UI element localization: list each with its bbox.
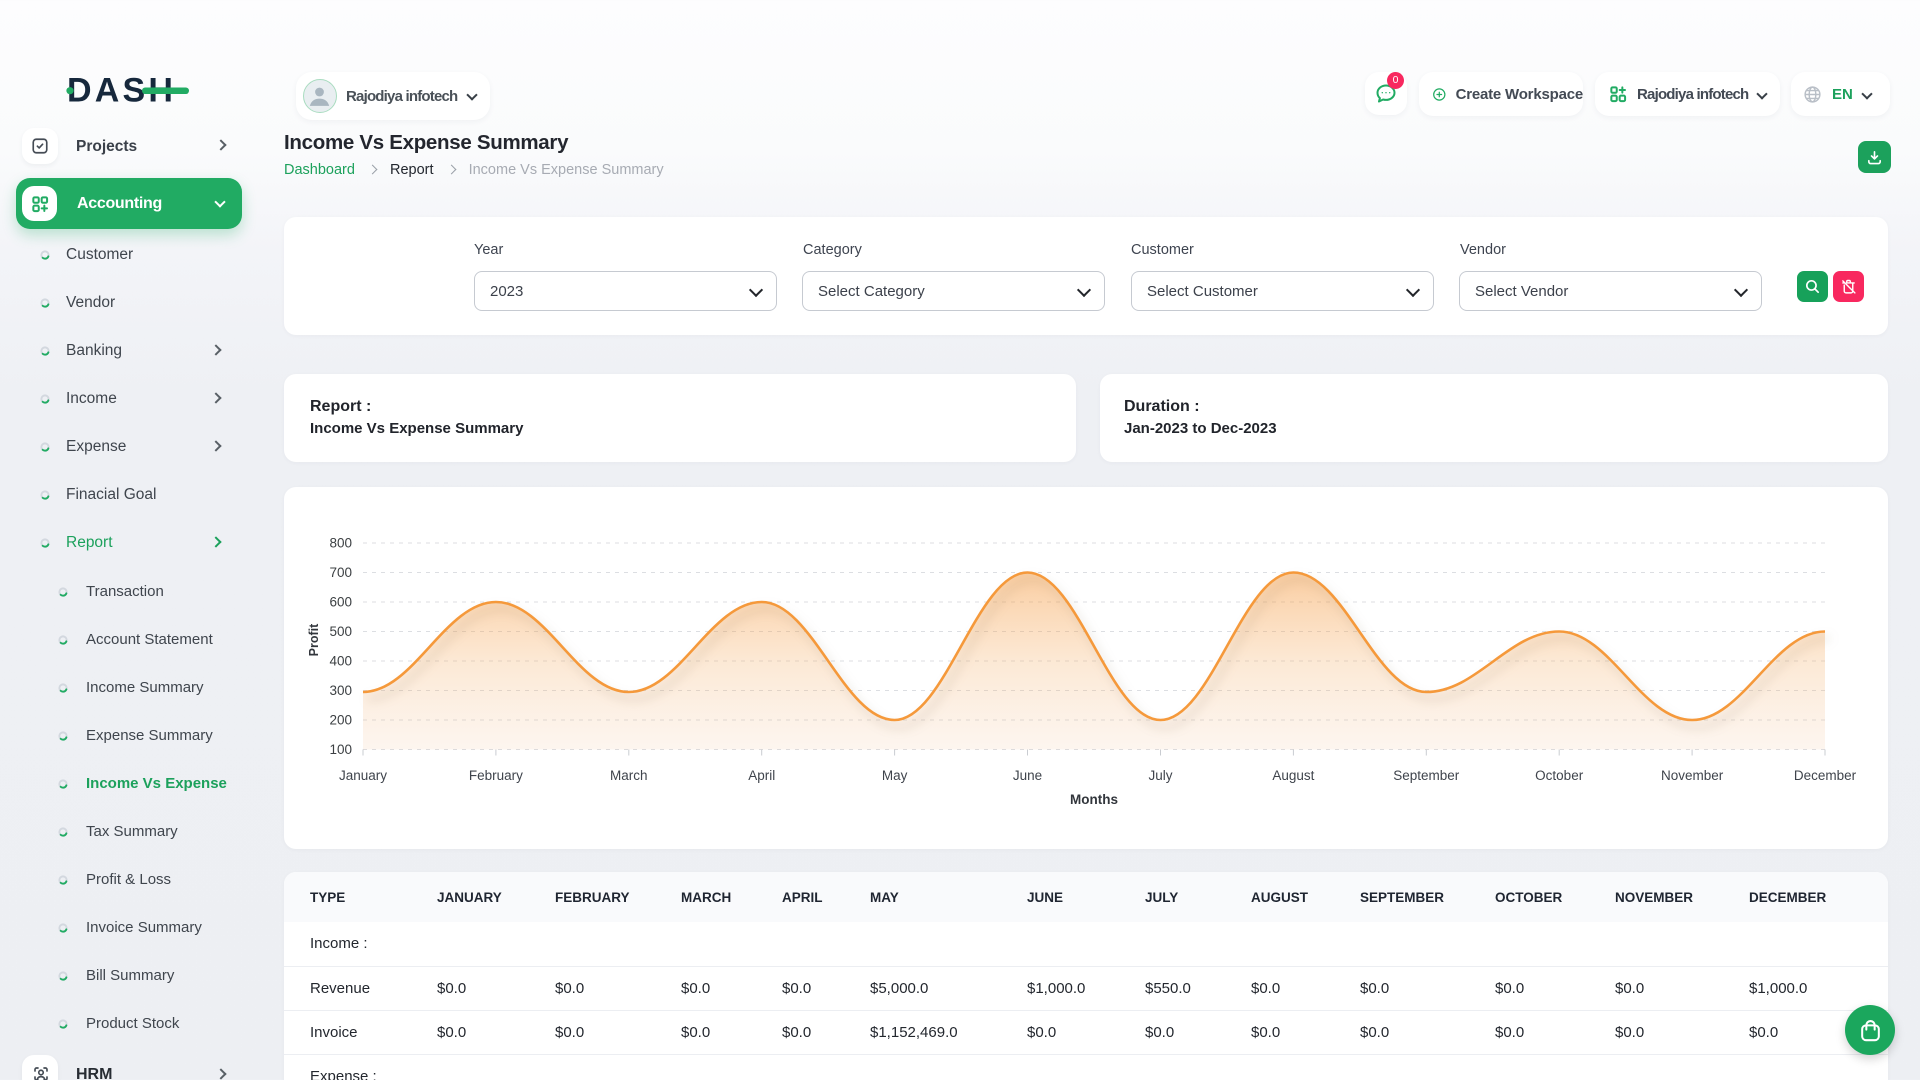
svg-text:200: 200	[329, 713, 352, 728]
svg-text:700: 700	[329, 565, 352, 580]
svg-text:300: 300	[329, 683, 352, 698]
svg-text:100: 100	[329, 742, 352, 757]
svg-text:April: April	[748, 768, 775, 783]
svg-text:400: 400	[329, 654, 352, 669]
svg-text:Profit: Profit	[307, 623, 321, 656]
svg-text:July: July	[1148, 768, 1172, 783]
svg-text:August: August	[1272, 768, 1314, 783]
svg-text:February: February	[469, 768, 523, 783]
svg-text:January: January	[339, 768, 387, 783]
svg-text:600: 600	[329, 595, 352, 610]
svg-text:May: May	[882, 768, 908, 783]
svg-text:800: 800	[329, 536, 352, 551]
svg-text:500: 500	[329, 624, 352, 639]
svg-text:September: September	[1393, 768, 1460, 783]
svg-text:March: March	[610, 768, 648, 783]
svg-text:November: November	[1661, 768, 1724, 783]
svg-text:October: October	[1535, 768, 1584, 783]
svg-text:Months: Months	[1070, 792, 1118, 807]
svg-text:December: December	[1794, 768, 1857, 783]
svg-text:June: June	[1013, 768, 1042, 783]
